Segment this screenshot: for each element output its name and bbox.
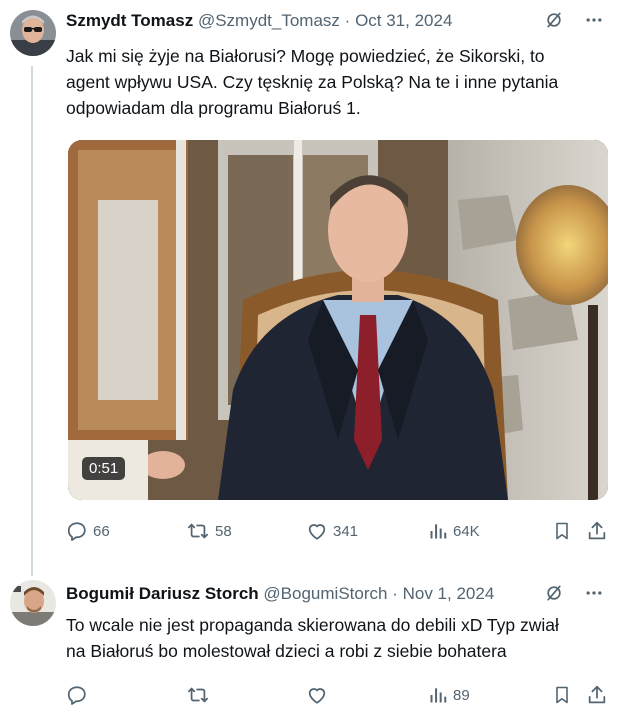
separator-dot: · bbox=[392, 584, 398, 603]
more-icon[interactable] bbox=[584, 10, 604, 35]
reply-button[interactable] bbox=[66, 684, 88, 706]
share-button[interactable] bbox=[586, 684, 608, 706]
tweet-date[interactable]: Oct 31, 2024 bbox=[355, 11, 452, 30]
bookmark-icon bbox=[552, 520, 572, 542]
bookmark-button[interactable] bbox=[552, 520, 572, 542]
tweet-1[interactable]: Szmydt Tomasz @Szmydt_Tomasz · Oct 31, 2… bbox=[0, 0, 622, 560]
tweet-2[interactable]: Bogumił Dariusz Storch @BogumiStorch · N… bbox=[0, 574, 622, 714]
video-duration: 0:51 bbox=[82, 457, 126, 480]
reply-button[interactable]: 66 bbox=[66, 520, 110, 542]
like-icon bbox=[306, 684, 328, 706]
video-thumbnail bbox=[68, 140, 608, 500]
more-icon[interactable] bbox=[584, 583, 604, 608]
repost-icon bbox=[186, 520, 210, 542]
like-count: 341 bbox=[333, 522, 359, 540]
views-count: 64K bbox=[453, 522, 480, 540]
repost-icon bbox=[186, 684, 210, 706]
bookmark-icon bbox=[552, 684, 572, 706]
separator-dot: · bbox=[344, 11, 351, 30]
repost-button[interactable] bbox=[186, 684, 210, 706]
tweet-text-line: odpowiadam dla programu Białoruś 1. bbox=[66, 98, 361, 118]
repost-count: 58 bbox=[215, 522, 232, 540]
avatar[interactable] bbox=[10, 10, 56, 56]
avatar[interactable] bbox=[10, 580, 56, 626]
tweet-date[interactable]: Nov 1, 2024 bbox=[403, 584, 495, 603]
tweet-text: To wcale nie jest propaganda skierowana … bbox=[66, 612, 604, 664]
like-button[interactable] bbox=[306, 684, 328, 706]
like-button[interactable]: 341 bbox=[306, 520, 358, 542]
tweet-text-line: Jak mi się żyje na Białorusi? Mogę powie… bbox=[66, 46, 545, 66]
share-icon bbox=[586, 520, 608, 542]
author-handle[interactable]: @Szmydt_Tomasz bbox=[198, 11, 340, 30]
tweet-text-line: To wcale nie jest propaganda skierowana … bbox=[66, 615, 559, 635]
video-player[interactable]: 0:51 bbox=[68, 140, 608, 500]
views-button[interactable]: 89 bbox=[428, 684, 470, 706]
tweet-top-actions bbox=[544, 10, 604, 35]
share-icon bbox=[586, 684, 608, 706]
tweet-text: Jak mi się żyje na Białorusi? Mogę powie… bbox=[66, 43, 604, 121]
views-button[interactable]: 64K bbox=[428, 520, 480, 542]
grok-icon[interactable] bbox=[544, 10, 564, 35]
tweet-text-line: agent wpływu USA. Czy tęsknię za Polską?… bbox=[66, 72, 559, 92]
author-name[interactable]: Szmydt Tomasz bbox=[66, 11, 193, 30]
tweet-top-actions bbox=[544, 583, 604, 608]
views-icon bbox=[428, 520, 448, 542]
reply-icon bbox=[66, 684, 88, 706]
tweet-header: Szmydt Tomasz @Szmydt_Tomasz · Oct 31, 2… bbox=[66, 10, 452, 32]
tweet-header: Bogumił Dariusz Storch @BogumiStorch · N… bbox=[66, 583, 494, 605]
views-count: 89 bbox=[453, 686, 470, 704]
author-handle[interactable]: @BogumiStorch bbox=[263, 584, 387, 603]
views-icon bbox=[428, 684, 448, 706]
like-icon bbox=[306, 520, 328, 542]
tweet-actions: 89 bbox=[66, 684, 608, 712]
grok-icon[interactable] bbox=[544, 583, 564, 608]
tweet-text-line: na Białoruś bo molestował dzieci a robi … bbox=[66, 641, 507, 661]
repost-button[interactable]: 58 bbox=[186, 520, 232, 542]
author-name[interactable]: Bogumił Dariusz Storch bbox=[66, 584, 259, 603]
reply-icon bbox=[66, 520, 88, 542]
share-button[interactable] bbox=[586, 520, 608, 542]
tweet-actions: 66 58 341 64K bbox=[66, 520, 608, 548]
reply-count: 66 bbox=[93, 522, 110, 540]
bookmark-button[interactable] bbox=[552, 684, 572, 706]
